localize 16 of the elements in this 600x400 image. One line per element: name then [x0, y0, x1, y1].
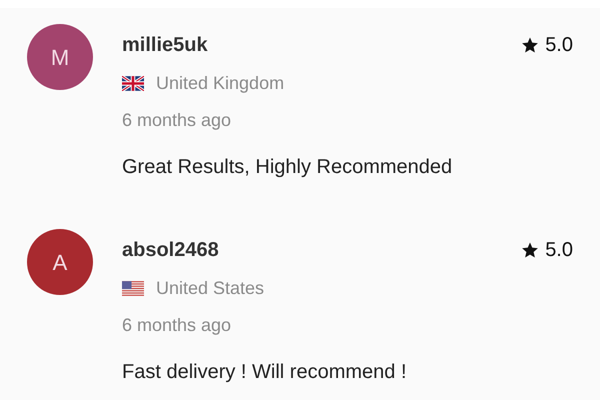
avatar: A — [27, 229, 93, 295]
star-icon — [521, 36, 540, 54]
review-text: Great Results, Highly Recommended — [122, 155, 454, 180]
avatar: M — [27, 24, 93, 90]
review-time: 6 months ago — [122, 314, 232, 337]
username: absol2468 — [122, 238, 219, 263]
country: United Kingdom — [156, 72, 284, 95]
star-icon — [521, 241, 540, 259]
review-time: 6 months ago — [122, 109, 232, 132]
rating: 5.0 — [545, 33, 573, 58]
country: United States — [156, 277, 264, 300]
uk-flag-icon — [122, 76, 144, 91]
review-text: Fast delivery ! Will recommend ! — [122, 360, 408, 385]
us-flag-icon — [122, 281, 144, 296]
rating: 5.0 — [545, 238, 573, 263]
username: millie5uk — [122, 33, 208, 58]
